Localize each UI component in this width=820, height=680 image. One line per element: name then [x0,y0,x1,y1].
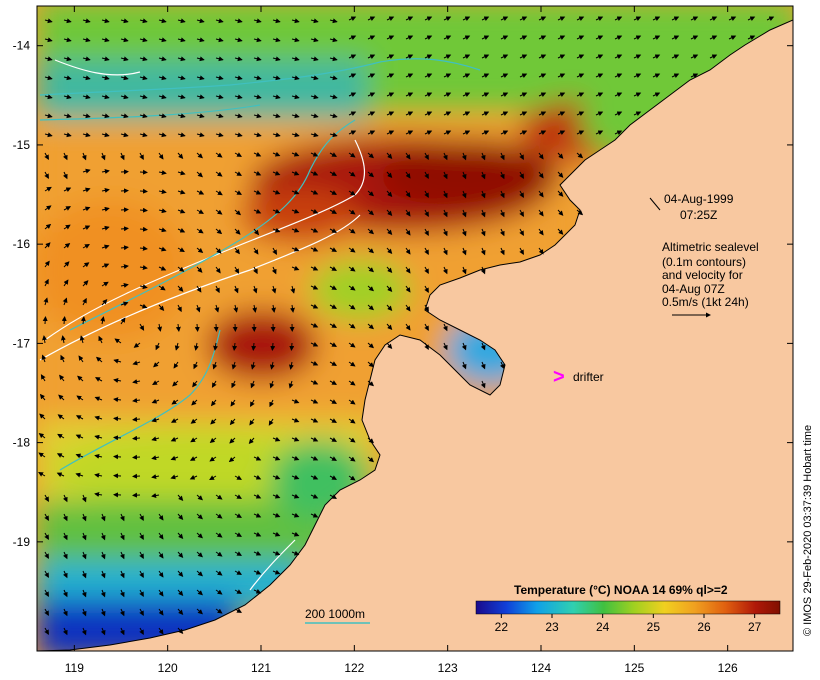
velocity-arrow [132,454,141,460]
annotation-line3: and velocity for [662,268,743,282]
colorbar-tick-label: 23 [545,620,559,634]
lon-tick-label: 123 [438,661,458,675]
lon-tick-label: 124 [531,661,551,675]
annotation-line5: 0.5m/s (1kt 24h) [662,295,749,309]
colorbar-tick-label: 22 [495,620,509,634]
velocity-arrow [113,435,122,441]
lat-tick-label: -17 [13,336,31,350]
lat-tick-label: -19 [13,535,31,549]
velocity-arrow [139,188,148,194]
velocity-arrow [289,342,295,351]
lon-tick-label: 122 [344,661,364,675]
velocity-arrow [120,207,129,213]
lon-tick-label: 119 [65,661,84,675]
velocity-arrow [120,226,129,232]
lat-tick-label: -15 [13,138,31,152]
sst-map: 119 120 121 122 123 124 125 126 -14 -15 -16 -17 -18… [13,5,814,675]
drifter-symbol: > [553,366,565,388]
colorbar-tick-label: 26 [697,620,711,634]
colorbar-tick-label: 27 [748,620,762,634]
colorbar-tick-label: 24 [596,620,610,634]
velocity-arrow [113,416,122,422]
lon-tick-label: 120 [158,661,178,675]
annotation-time: 07:25Z [680,208,717,222]
lon-tick-label: 126 [718,661,738,675]
colorbar-gradient [475,600,781,615]
depth-legend-text: 200 1000m [305,607,365,621]
velocity-arrow [270,342,276,351]
velocity-arrow [139,226,148,232]
lon-tick-label: 125 [624,661,644,675]
annotation-date: 04-Aug-1999 [664,192,734,206]
credit-text: © IMOS 29-Feb-2020 03:37:39 Hobart time [802,425,814,636]
velocity-arrow [194,323,200,332]
velocity-arrow [139,207,148,213]
velocity-arrow [61,316,67,325]
lat-tick-label: -14 [13,39,31,53]
annotation-line2: (0.1m contours) [662,255,746,269]
lon-tick-label: 121 [251,661,271,675]
depth-legend: 200 1000m [305,607,370,624]
drifter-label: drifter [573,370,604,384]
annotation-line1: Altimetric sealevel [662,240,759,254]
lat-tick-label: -18 [13,436,31,450]
annotation-line4: 04-Aug 07Z [662,282,725,296]
velocity-arrow [132,435,141,441]
lat-tick-label: -16 [13,237,31,251]
colorbar-tick-label: 25 [647,620,661,634]
colorbar-title: Temperature (°C) NOAA 14 69% ql>=2 [514,583,728,597]
